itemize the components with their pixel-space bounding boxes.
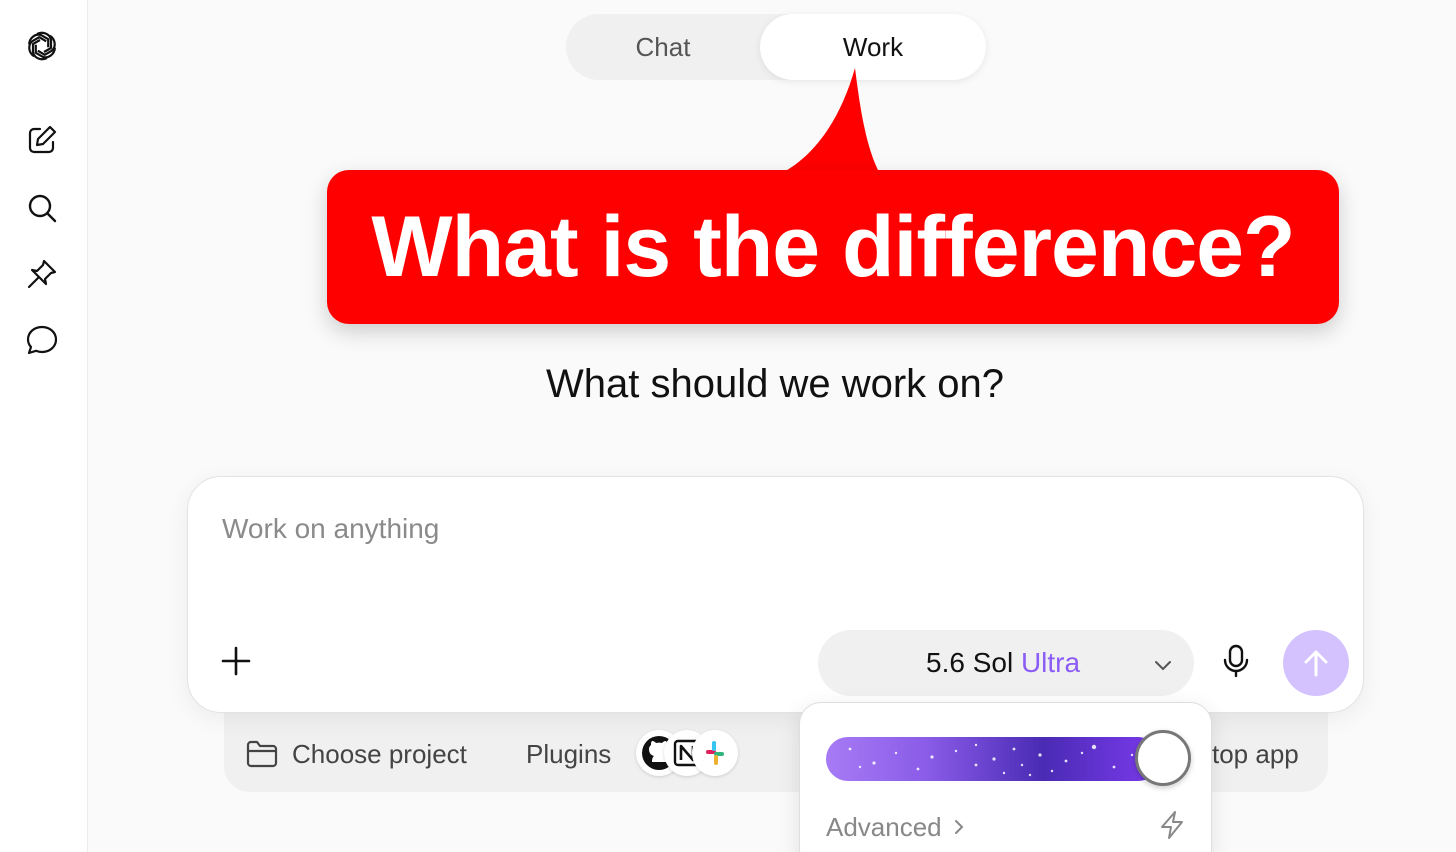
composer: 5.6 Sol Ultra <box>187 476 1364 713</box>
intelligence-slider-thumb[interactable] <box>1135 730 1191 786</box>
microphone-button[interactable] <box>1218 641 1254 681</box>
model-label: 5.6 Sol Ultra <box>926 647 1080 679</box>
model-tier: Ultra <box>1020 647 1081 678</box>
tab-chat[interactable]: Chat <box>566 14 760 80</box>
page-heading: What should we work on? <box>545 362 1004 406</box>
slack-icon <box>692 730 738 776</box>
plus-icon <box>221 646 251 676</box>
model-base: 5.6 Sol <box>926 647 1014 678</box>
send-button[interactable] <box>1283 630 1349 696</box>
choose-project-label: Choose project <box>292 738 467 769</box>
add-button[interactable] <box>216 641 256 681</box>
plugin-icons[interactable] <box>636 730 738 776</box>
app-window: Chat Work What is the difference? What s… <box>0 0 1456 852</box>
search-icon[interactable] <box>22 188 62 228</box>
plugins-button[interactable]: Plugins <box>526 734 611 774</box>
chevron-down-icon <box>1155 661 1171 671</box>
prompt-input[interactable] <box>222 507 982 551</box>
callout-pointer <box>780 68 880 174</box>
chevron-right-icon <box>954 820 964 834</box>
advanced-label: Advanced <box>826 811 942 842</box>
microphone-icon <box>1223 644 1249 678</box>
annotation-callout: What is the difference? <box>327 170 1339 324</box>
folder-icon <box>246 740 278 768</box>
pin-icon[interactable] <box>22 254 62 294</box>
arrow-up-icon <box>1304 650 1328 677</box>
intelligence-slider-track[interactable] <box>826 737 1160 781</box>
mode-toggle: Chat Work <box>566 14 986 80</box>
chat-bubble-icon[interactable] <box>22 320 62 360</box>
openai-logo-icon[interactable] <box>22 26 62 66</box>
model-popover: Advanced <box>799 702 1212 852</box>
callout-text: What is the difference? <box>371 198 1295 295</box>
sidebar <box>0 0 88 852</box>
desktop-app-button[interactable]: top app <box>1212 734 1299 774</box>
lightning-icon[interactable] <box>1156 809 1188 841</box>
choose-project-button[interactable]: Choose project <box>246 734 467 774</box>
desktop-app-label: top app <box>1212 738 1299 769</box>
advanced-button[interactable]: Advanced <box>826 811 966 843</box>
plugins-label: Plugins <box>526 738 612 769</box>
model-selector[interactable]: 5.6 Sol Ultra <box>818 630 1194 696</box>
new-chat-icon[interactable] <box>22 120 62 160</box>
sparkle-pattern <box>848 743 1134 777</box>
